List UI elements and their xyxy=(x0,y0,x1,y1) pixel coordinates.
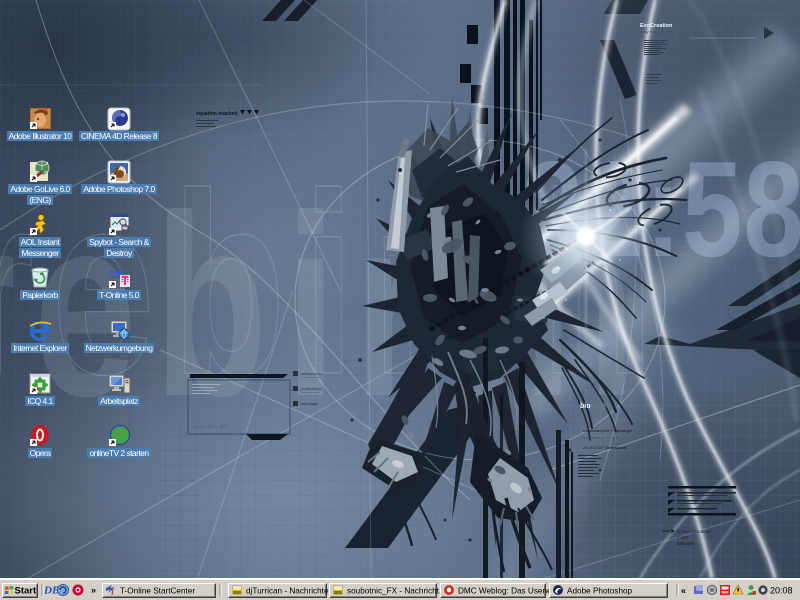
svg-text:biodraft: biodraft xyxy=(580,403,607,410)
svg-text:body blessing 99a: body blessing 99a xyxy=(640,29,673,34)
svg-text:DB: DB xyxy=(43,585,59,597)
svg-text:«: « xyxy=(681,586,686,596)
svg-text:7 197: 7 197 xyxy=(677,535,689,540)
svg-text:dummy lines info: dummy lines info xyxy=(192,424,228,429)
svg-text:»: » xyxy=(91,585,96,595)
svg-text:niedostatystit + nibeangel: niedostatystit + nibeangel xyxy=(583,428,632,433)
svg-text:stillesecelan: stillesecelan xyxy=(301,371,323,376)
svg-text:nibeangel: nibeangel xyxy=(301,401,318,406)
svg-text:knfuckit: knfuckit xyxy=(677,541,695,546)
svg-text:Start: Start xyxy=(15,586,37,597)
svg-text:20:08: 20:08 xyxy=(770,586,793,596)
svg-text:T-Online StartCenter: T-Online StartCenter xyxy=(120,587,195,596)
svg-text:overdosing - u, rip-in: overdosing - u, rip-in xyxy=(583,435,619,440)
svg-text:Adobe Photoshop: Adobe Photoshop xyxy=(567,587,633,596)
svg-text:equation reached: equation reached xyxy=(196,111,237,117)
svg-text:T: T xyxy=(110,589,115,597)
svg-text:26.08.2002 deepspook: 26.08.2002 deepspook xyxy=(583,445,627,450)
svg-text:soubotnic_FX - Nachricht...: soubotnic_FX - Nachricht... xyxy=(347,587,446,596)
svg-text:cursor coordinate: cursor coordinate xyxy=(677,529,712,534)
svg-text:DMC Weblog: Das Usene...: DMC Weblog: Das Usene... xyxy=(458,587,558,596)
svg-text:podkotistyci: podkotistyci xyxy=(301,386,322,391)
